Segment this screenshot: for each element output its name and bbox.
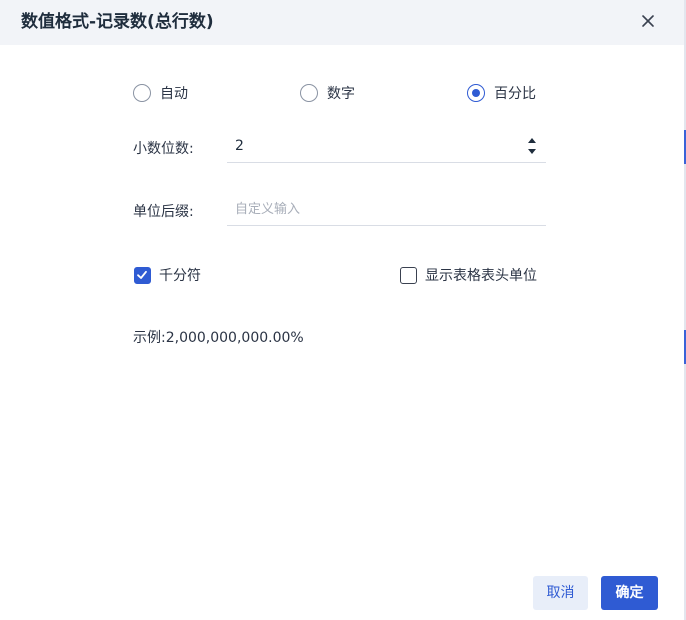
format-type-radio-group: 自动 数字 百分比 [133,82,553,104]
thousands-separator-label: 千分符 [159,268,201,284]
close-button[interactable] [637,10,659,32]
unit-suffix-field [227,194,546,226]
radio-number-label: 数字 [327,86,355,102]
number-format-dialog: 数值格式-记录数(总行数) 自动 数字 百分比 小数位数: 2 单位后缀: 自定… [0,0,686,620]
ok-button[interactable]: 确定 [601,576,658,610]
show-header-unit-label: 显示表格表头单位 [425,268,537,284]
decimal-places-input[interactable] [235,135,505,157]
radio-auto-label: 自动 [160,86,188,102]
format-example: 示例:2,000,000,000.00% [133,330,304,346]
check-icon [137,270,147,279]
decimal-places-field [227,131,546,163]
radio-percent-label: 百分比 [494,86,536,102]
stepper-up-icon[interactable] [528,138,536,143]
radio-auto-circle[interactable] [133,84,151,102]
stepper-down-icon[interactable] [528,149,536,154]
thousands-separator-checkbox[interactable]: 千分符 [134,264,201,286]
show-header-unit-checkbox[interactable]: 显示表格表头单位 [400,264,537,286]
cancel-button[interactable]: 取消 [533,576,588,610]
dialog-header: 数值格式-记录数(总行数) [0,0,684,45]
radio-number-circle[interactable] [300,84,318,102]
thousands-separator-box[interactable] [134,266,151,284]
unit-suffix-input[interactable] [235,198,505,220]
radio-number[interactable]: 数字 [300,82,355,104]
dialog-title: 数值格式-记录数(总行数) [21,12,214,32]
decimal-places-label: 小数位数: [133,141,194,157]
radio-percent-circle[interactable] [467,84,485,102]
radio-auto[interactable]: 自动 [133,82,188,104]
close-icon [642,15,654,27]
radio-percent[interactable]: 百分比 [467,82,536,104]
unit-suffix-label: 单位后缀: [133,204,194,220]
decimal-places-stepper[interactable] [526,137,538,157]
show-header-unit-box[interactable] [400,266,417,284]
